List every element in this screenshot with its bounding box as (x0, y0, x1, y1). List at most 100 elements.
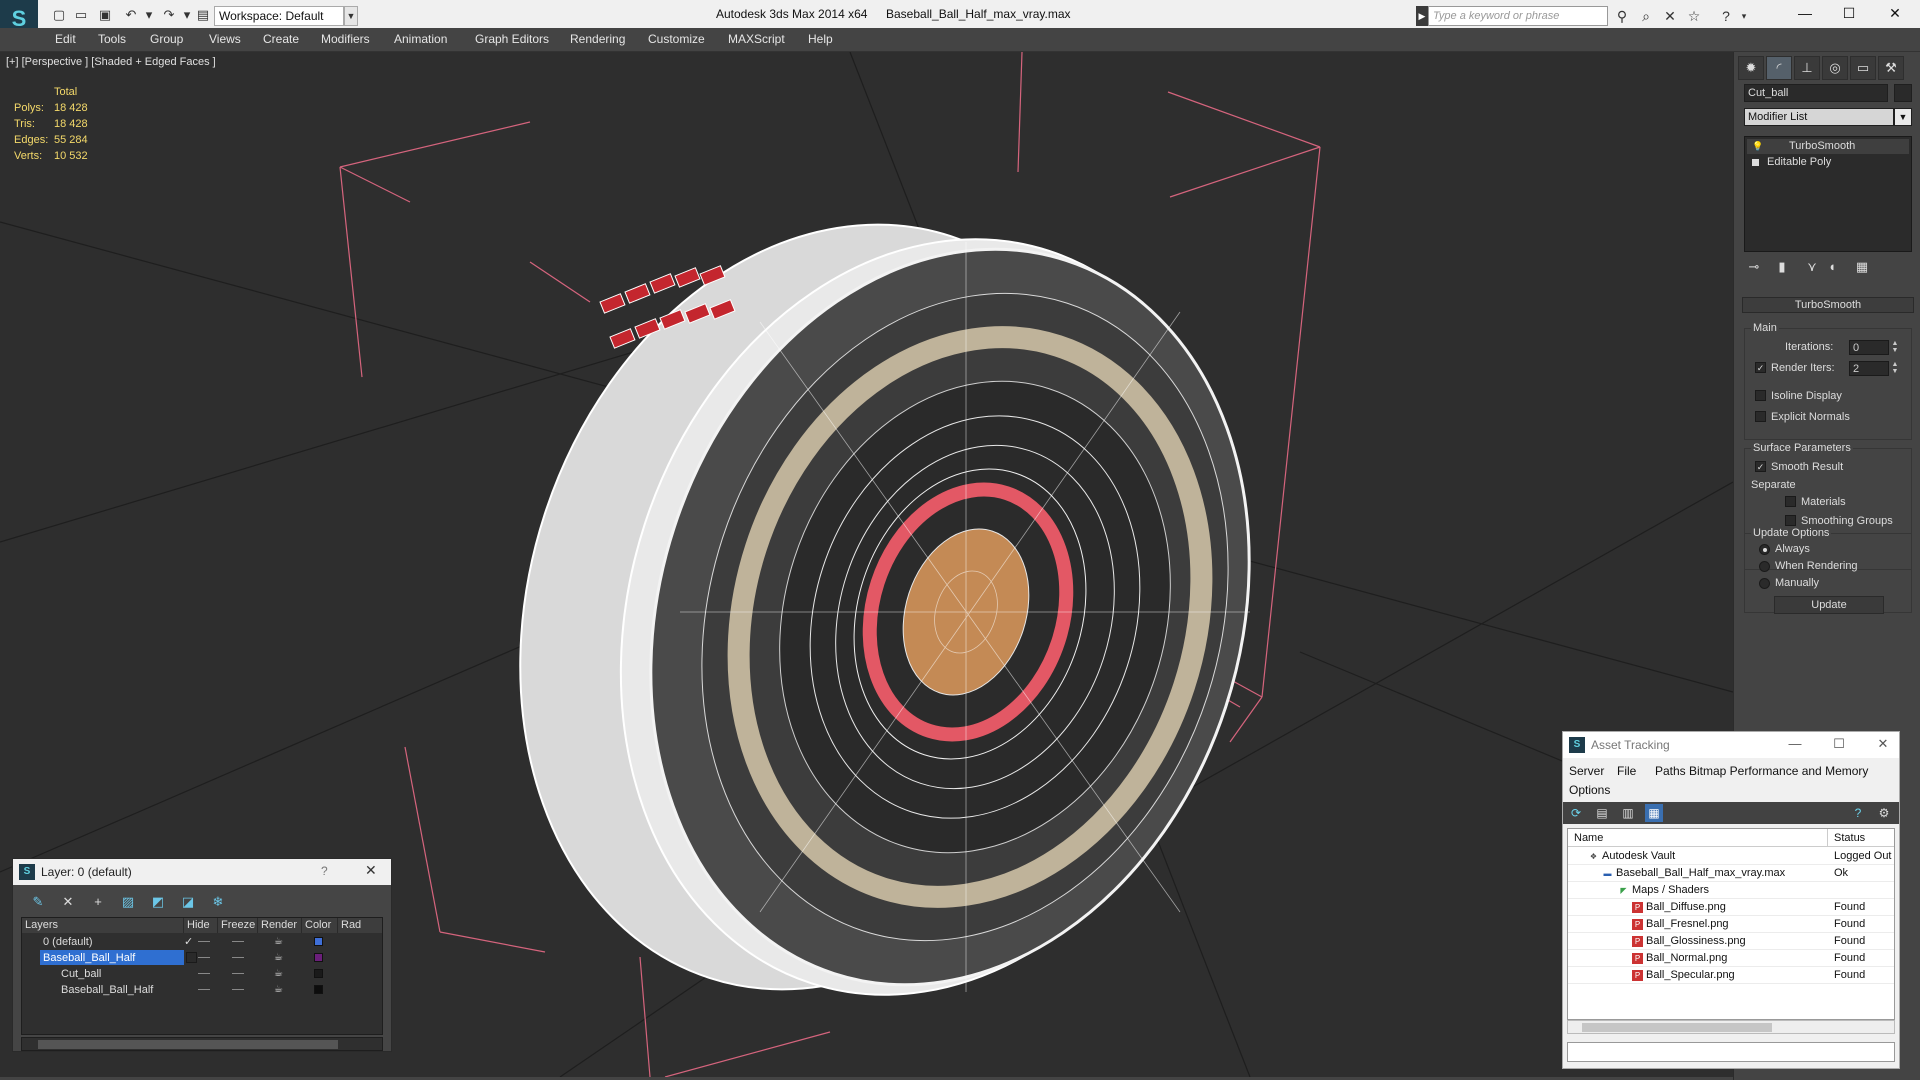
column-render[interactable]: Render (258, 918, 302, 933)
column-name[interactable]: Name (1568, 829, 1828, 847)
render-teapot-icon[interactable]: ☕ (274, 936, 286, 947)
remove-modifier-icon[interactable]: ◖ (1822, 257, 1842, 277)
add-to-layer-icon[interactable]: + (89, 893, 107, 911)
explicit-normals-checkbox[interactable] (1755, 411, 1766, 422)
menu-file[interactable]: File (1617, 764, 1636, 778)
freeze-toggle[interactable] (232, 973, 244, 974)
menu-edit[interactable]: Edit (55, 32, 76, 46)
manually-radio[interactable] (1759, 578, 1770, 589)
tree-view-icon[interactable]: ▥ (1619, 804, 1637, 822)
configure-modifier-sets-icon[interactable]: ▦ (1852, 257, 1872, 277)
help-icon[interactable]: ? (1716, 6, 1736, 26)
show-end-result-icon[interactable]: ▮ (1772, 257, 1792, 277)
render-iters-spinner[interactable]: 2 (1849, 361, 1889, 376)
modifier-list-select[interactable]: Modifier List (1744, 108, 1894, 126)
layer-name[interactable]: Baseball_Ball_Half (40, 950, 184, 965)
close-icon[interactable]: ✕ (365, 862, 377, 879)
refresh-icon[interactable]: ⟳ (1567, 804, 1585, 822)
help-icon[interactable]: ? (1849, 804, 1867, 822)
scrollbar-thumb[interactable] (1582, 1023, 1772, 1032)
asset-row[interactable]: P Ball_Specular.png Found (1568, 967, 1894, 984)
menu-options[interactable]: Options (1569, 783, 1610, 797)
asset-row[interactable]: P Ball_Normal.png Found (1568, 950, 1894, 967)
layer-horizontal-scrollbar[interactable] (21, 1037, 383, 1051)
save-icon[interactable]: ▣ (96, 6, 114, 24)
display-tab-icon[interactable]: ▭ (1850, 56, 1876, 80)
expand-icon[interactable] (1752, 159, 1759, 166)
stack-item-turbosmooth[interactable]: 💡 TurboSmooth (1747, 139, 1909, 154)
menu-group[interactable]: Group (150, 32, 183, 46)
freeze-toggle[interactable] (232, 941, 244, 942)
menu-maxscript[interactable]: MAXScript (728, 32, 785, 46)
object-name-field[interactable]: Cut_ball (1744, 84, 1888, 102)
menu-tools[interactable]: Tools (98, 32, 126, 46)
modifier-list-dropdown-icon[interactable]: ▼ (1894, 108, 1912, 126)
asset-row[interactable]: ▬ Baseball_Ball_Half_max_vray.max Ok (1568, 865, 1894, 882)
layer-dialog-titlebar[interactable]: S Layer: 0 (default) ? ✕ (13, 859, 391, 885)
pin-stack-icon[interactable]: ⊸ (1744, 257, 1764, 277)
asset-row[interactable]: ◤ Maps / Shaders (1568, 882, 1894, 899)
render-iters-spinner-arrows-icon[interactable]: ▲ ▼ (1891, 361, 1899, 376)
freeze-toggle[interactable] (232, 957, 244, 958)
render-teapot-icon[interactable]: ☕ (274, 984, 286, 995)
search-expand-icon[interactable]: ▶ (1416, 6, 1428, 26)
menu-create[interactable]: Create (263, 32, 299, 46)
new-file-icon[interactable]: ▢ (50, 6, 68, 24)
motion-tab-icon[interactable]: ◎ (1822, 56, 1848, 80)
iterations-spinner-arrows-icon[interactable]: ▲ ▼ (1891, 340, 1899, 355)
maximize-button[interactable]: ☐ (1829, 736, 1849, 754)
when-rendering-radio[interactable] (1759, 561, 1770, 572)
hide-toggle[interactable] (198, 957, 210, 958)
smoothing-groups-checkbox[interactable] (1785, 515, 1796, 526)
hide-toggle[interactable] (198, 973, 210, 974)
undo-dropdown-icon[interactable]: ▾ (140, 6, 158, 24)
column-hide[interactable]: Hide (184, 918, 218, 933)
asset-tracking-titlebar[interactable]: S Asset Tracking — ☐ ✕ (1563, 732, 1899, 758)
layer-color-swatch[interactable] (314, 937, 323, 946)
open-file-icon[interactable]: ▭ (72, 6, 90, 24)
menu-rendering[interactable]: Rendering (570, 32, 625, 46)
turbosmooth-rollout-header[interactable]: TurboSmooth (1742, 297, 1914, 313)
layer-color-swatch[interactable] (314, 969, 323, 978)
settings-icon[interactable]: ⚙ (1875, 804, 1893, 822)
freeze-toggle[interactable] (232, 989, 244, 990)
help-icon[interactable]: ? (321, 864, 328, 878)
help-dropdown-icon[interactable]: ▾ (1734, 6, 1754, 26)
binoculars-icon[interactable]: ⚲ (1612, 6, 1632, 26)
table-view-icon[interactable]: ▦ (1645, 804, 1663, 822)
isoline-display-checkbox[interactable] (1755, 390, 1766, 401)
utilities-tab-icon[interactable]: ⚒ (1878, 56, 1904, 80)
materials-checkbox[interactable] (1785, 496, 1796, 507)
layer-color-swatch[interactable] (314, 953, 323, 962)
viewport-label[interactable]: [+] [Perspective ] [Shaded + Edged Faces… (6, 56, 216, 68)
undo-icon[interactable]: ↶ (122, 6, 140, 24)
asset-horizontal-scrollbar[interactable] (1567, 1020, 1895, 1034)
menu-views[interactable]: Views (209, 32, 241, 46)
object-name[interactable]: Baseball_Ball_Half (58, 982, 156, 997)
select-objects-icon[interactable]: ▨ (119, 893, 137, 911)
menu-paths[interactable]: Paths (1655, 764, 1686, 778)
communication-center-icon[interactable]: ✕ (1660, 6, 1680, 26)
light-bulb-icon[interactable]: 💡 (1752, 142, 1763, 151)
favorites-star-icon[interactable]: ☆ (1684, 6, 1704, 26)
hierarchy-tab-icon[interactable]: ⊥ (1794, 56, 1820, 80)
menu-server[interactable]: Server (1569, 764, 1604, 778)
menu-graph-editors[interactable]: Graph Editors (475, 32, 549, 46)
search-icon[interactable]: ⌕ (1636, 6, 1656, 26)
set-current-layer-checkbox[interactable] (186, 952, 197, 963)
highlight-layer-icon[interactable]: ◩ (149, 893, 167, 911)
render-teapot-icon[interactable]: ☕ (274, 952, 286, 963)
asset-row[interactable]: ❖ Autodesk Vault Logged Out (1568, 848, 1894, 865)
column-status[interactable]: Status (1828, 829, 1894, 847)
maximize-button[interactable]: ☐ (1826, 0, 1872, 28)
hide-all-layers-icon[interactable]: ◪ (179, 893, 197, 911)
active-layer-check-icon[interactable]: ✓ (184, 934, 193, 950)
project-folder-icon[interactable]: ▤ (194, 6, 212, 24)
menu-modifiers[interactable]: Modifiers (321, 32, 370, 46)
render-iters-checkbox[interactable]: ✓ (1755, 362, 1766, 373)
asset-row[interactable]: P Ball_Glossiness.png Found (1568, 933, 1894, 950)
asset-row[interactable]: P Ball_Diffuse.png Found (1568, 899, 1894, 916)
menu-help[interactable]: Help (808, 32, 833, 46)
make-unique-icon[interactable]: ⋎ (1802, 257, 1822, 277)
layer-row[interactable]: Baseball_Ball_Half ☕ (22, 950, 382, 966)
